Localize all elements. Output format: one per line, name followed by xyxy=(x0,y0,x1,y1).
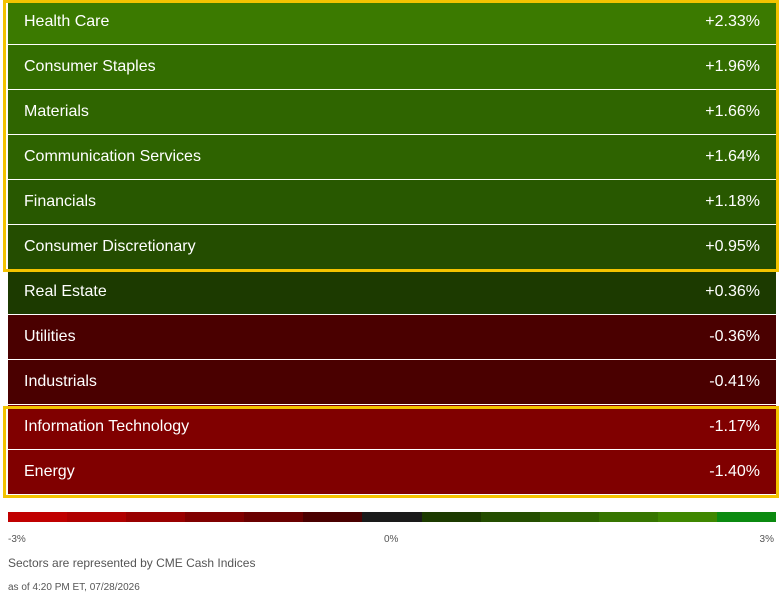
sector-row[interactable]: Communication Services +1.64% xyxy=(8,135,776,180)
sector-row[interactable]: Materials +1.66% xyxy=(8,90,776,135)
sector-name: Energy xyxy=(24,463,75,480)
sector-row[interactable]: Utilities -0.36% xyxy=(8,315,776,360)
scale-segment xyxy=(185,512,245,522)
scale-min-label: -3% xyxy=(8,534,26,545)
sector-change-value: -1.40% xyxy=(709,463,760,480)
sector-name: Financials xyxy=(24,193,97,210)
scale-segment xyxy=(539,512,599,522)
scale-segment xyxy=(244,512,304,522)
scale-segment xyxy=(303,512,363,522)
sector-name: Utilities xyxy=(24,328,76,345)
sector-change-value: -0.36% xyxy=(709,328,760,345)
scale-segment xyxy=(67,512,127,522)
sector-name: Consumer Discretionary xyxy=(24,238,196,255)
sector-change-value: +1.66% xyxy=(705,103,760,120)
sector-row[interactable]: Real Estate +0.36% xyxy=(8,270,776,315)
sector-row[interactable]: Information Technology -1.17% xyxy=(8,405,776,450)
sector-row[interactable]: Financials +1.18% xyxy=(8,180,776,225)
sector-performance-table: Health Care +2.33% Consumer Staples +1.96% M… xyxy=(8,0,776,495)
source-note: Sectors are represented by CME Cash Indi… xyxy=(8,556,256,570)
sector-name: Information Technology xyxy=(24,418,190,435)
sector-name: Industrials xyxy=(24,373,97,390)
sector-row[interactable]: Industrials -0.41% xyxy=(8,360,776,405)
sector-name: Real Estate xyxy=(24,283,107,300)
sector-change-value: +0.95% xyxy=(705,238,760,255)
color-scale-bar xyxy=(8,512,777,522)
sector-name: Materials xyxy=(24,103,89,120)
scale-mid-label: 0% xyxy=(384,534,399,545)
sector-change-value: +1.18% xyxy=(705,193,760,210)
timestamp-note: as of 4:20 PM ET, 07/28/2026 xyxy=(8,582,140,593)
scale-segment xyxy=(362,512,422,522)
scale-segment xyxy=(716,512,777,522)
sector-name: Consumer Staples xyxy=(24,58,156,75)
scale-segment xyxy=(8,512,68,522)
scale-segment xyxy=(421,512,481,522)
sector-name: Health Care xyxy=(24,13,110,30)
sector-change-value: +2.33% xyxy=(705,13,760,30)
scale-segment xyxy=(126,512,186,522)
sector-name: Communication Services xyxy=(24,148,201,165)
sector-change-value: -1.17% xyxy=(709,418,760,435)
scale-segment xyxy=(598,512,658,522)
sector-change-value: -0.41% xyxy=(709,373,760,390)
sector-row[interactable]: Energy -1.40% xyxy=(8,450,776,495)
sector-row[interactable]: Consumer Discretionary +0.95% xyxy=(8,225,776,270)
sector-change-value: +1.96% xyxy=(705,58,760,75)
scale-max-label: 3% xyxy=(759,534,774,545)
sector-change-value: +0.36% xyxy=(705,283,760,300)
scale-segment xyxy=(480,512,540,522)
sector-row[interactable]: Consumer Staples +1.96% xyxy=(8,45,776,90)
sector-row[interactable]: Health Care +2.33% xyxy=(8,0,776,45)
sector-change-value: +1.64% xyxy=(705,148,760,165)
scale-segment xyxy=(657,512,717,522)
